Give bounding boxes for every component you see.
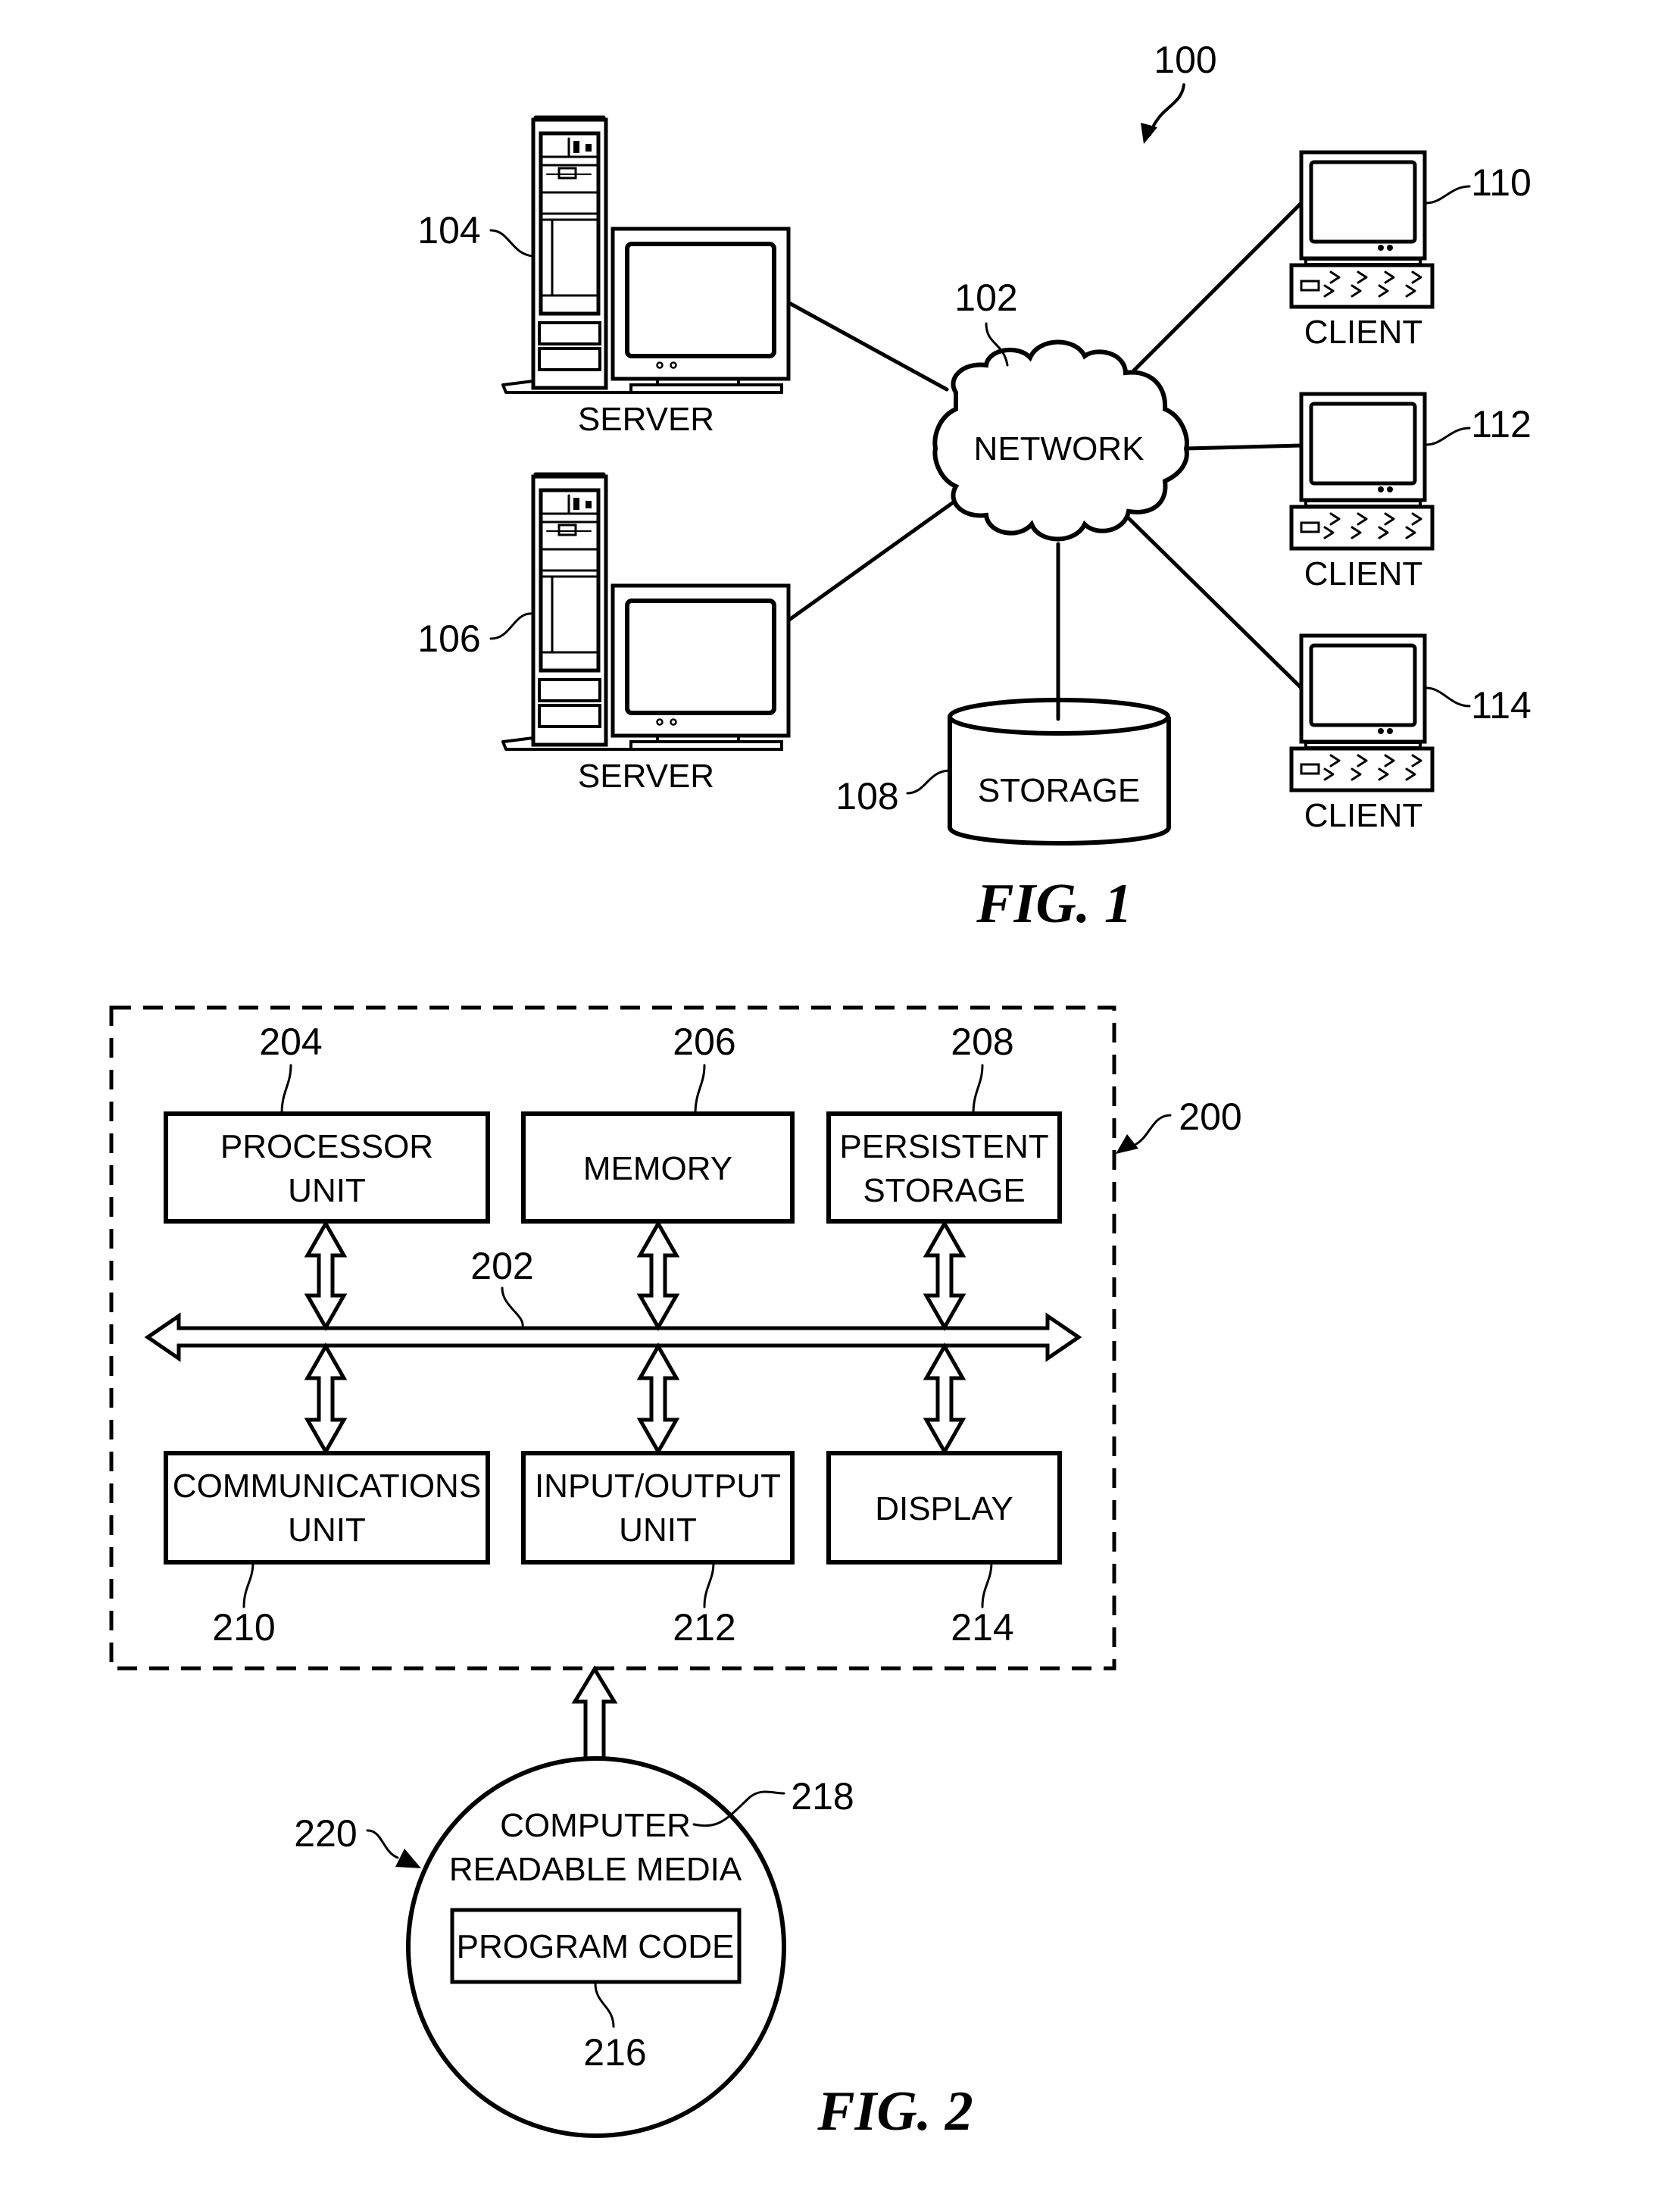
client-keyboard-icon (1289, 263, 1435, 309)
component-label: DISPLAY (875, 1490, 1013, 1527)
server-106: SERVER 106 (417, 472, 791, 795)
client-label: CLIENT (1304, 555, 1422, 592)
client-monitor-icon (1299, 633, 1427, 749)
figure-2-caption: FIG. 2 (817, 2080, 973, 2143)
ref-214-leader (981, 1561, 993, 1608)
link-client-114 (1123, 513, 1304, 690)
ref-200-label: 200 (1179, 1096, 1241, 1138)
ref-210-leader (242, 1561, 254, 1608)
ref-204-label: 204 (259, 1021, 322, 1063)
client-keyboard-icon (1289, 746, 1435, 792)
component-label-line1: PERSISTENT (839, 1128, 1048, 1165)
network-cloud: NETWORK 102 (932, 277, 1189, 542)
ref-102-label: 102 (954, 277, 1017, 319)
client-label: CLIENT (1304, 797, 1422, 834)
media-to-system-arrow (571, 1665, 618, 1758)
client-keyboard-icon (1289, 505, 1435, 551)
bidirectional-arrow (636, 1342, 680, 1456)
server-label: SERVER (578, 401, 714, 438)
server-104: SERVER 104 (417, 115, 791, 438)
ref-208-label: 208 (951, 1021, 1013, 1063)
ref-220-label: 220 (294, 1812, 357, 1855)
component-label-line1: INPUT/OUTPUT (535, 1468, 781, 1505)
storage-108: STORAGE 108 (835, 693, 1171, 846)
component-206: MEMORY 206 (521, 1021, 795, 1224)
server-tower-and-monitor (501, 472, 791, 751)
ref-216-label: 216 (583, 2031, 646, 2074)
computer-readable-media-218: COMPUTER READABLE MEDIA PROGRAM CODE 216… (294, 1756, 854, 2138)
ref-110-leader (1425, 185, 1471, 205)
ref-100-label: 100 (1154, 39, 1216, 81)
ref-214-label: 214 (951, 1606, 1013, 1649)
bidirectional-arrow (304, 1342, 348, 1456)
ref-202-leader (501, 1286, 524, 1329)
component-204: PROCESSOR UNIT 204 (164, 1021, 490, 1224)
ref-202-label: 202 (470, 1245, 533, 1287)
link-server-106 (787, 499, 957, 622)
client-114: CLIENT 114 (1289, 633, 1532, 834)
ref-210-label: 210 (212, 1606, 275, 1649)
component-label-line2: UNIT (619, 1511, 697, 1549)
bidirectional-arrow (304, 1219, 348, 1332)
link-server-104 (787, 301, 949, 392)
media-label-line1: COMPUTER (500, 1807, 691, 1844)
ref-110-label: 110 (1471, 161, 1532, 204)
bus-double-arrow (144, 1312, 1082, 1362)
ref-114-leader (1425, 686, 1471, 708)
figure-2: 200 202 PROCESSOR UNIT 204 MEMORY 206 PERSIST… (109, 1005, 1242, 2143)
figure-1-caption: FIG. 1 (976, 873, 1132, 935)
component-label-line1: PROCESSOR (220, 1128, 433, 1165)
server-monitor-icon (610, 227, 791, 394)
ref-112-leader (1425, 427, 1471, 446)
bidirectional-arrow (923, 1219, 966, 1332)
client-monitor-icon (1299, 150, 1427, 266)
component-label: MEMORY (583, 1150, 732, 1187)
figure-1: 100 NETWORK 102 SERVER 104 SERVER 106 ST… (417, 39, 1532, 935)
component-label-line1: COMMUNICATIONS (173, 1468, 481, 1505)
link-client-110 (1123, 201, 1304, 381)
client-label: CLIENT (1304, 314, 1422, 351)
client-monitor-icon (1299, 392, 1427, 508)
ref-220-leader (366, 1829, 399, 1859)
patent-drawing-sheet: 100 NETWORK 102 SERVER 104 SERVER 106 ST… (109, 39, 1532, 2143)
ref-112-label: 112 (1471, 403, 1532, 445)
ref-106-leader (489, 612, 534, 640)
bidirectional-arrow (636, 1219, 680, 1332)
link-client-112 (1183, 443, 1304, 451)
media-label-line2: READABLE MEDIA (449, 1851, 742, 1888)
component-208: PERSISTENT STORAGE 208 (826, 1021, 1062, 1224)
client-110: CLIENT 110 (1289, 150, 1532, 351)
component-label-line2: STORAGE (863, 1172, 1025, 1209)
ref-106-label: 106 (417, 617, 480, 660)
ref-206-leader (694, 1064, 706, 1115)
client-112: CLIENT 112 (1289, 392, 1532, 592)
ref-104-label: 104 (417, 209, 480, 252)
component-label-line2: UNIT (288, 1511, 366, 1549)
ref-108-leader (906, 769, 951, 795)
bidirectional-arrow (923, 1342, 966, 1456)
program-code-label: PROGRAM CODE (457, 1928, 735, 1965)
ref-208-leader (972, 1064, 984, 1115)
network-label: NETWORK (974, 430, 1144, 467)
component-214: DISPLAY 214 (826, 1451, 1062, 1649)
ref-108-label: 108 (835, 775, 898, 817)
ref-104-leader (489, 229, 534, 258)
ref-212-label: 212 (673, 1606, 735, 1649)
clients-group: CLIENT 110 CLIENT 112 CLIENT 114 (1289, 150, 1532, 834)
ref-212-leader (703, 1561, 715, 1608)
ref-206-label: 206 (673, 1021, 735, 1063)
server-label: SERVER (578, 758, 714, 795)
storage-label: STORAGE (978, 772, 1140, 809)
component-label-line2: UNIT (288, 1172, 366, 1209)
ref-204-leader (280, 1064, 292, 1115)
ref-220-arrowhead (395, 1849, 421, 1868)
component-212: INPUT/OUTPUT UNIT 212 (521, 1451, 795, 1649)
component-210: COMMUNICATIONS UNIT 210 (164, 1451, 490, 1649)
ref-200-leader (1135, 1114, 1172, 1146)
ref-114-label: 114 (1471, 684, 1532, 727)
ref-218-label: 218 (791, 1775, 854, 1818)
